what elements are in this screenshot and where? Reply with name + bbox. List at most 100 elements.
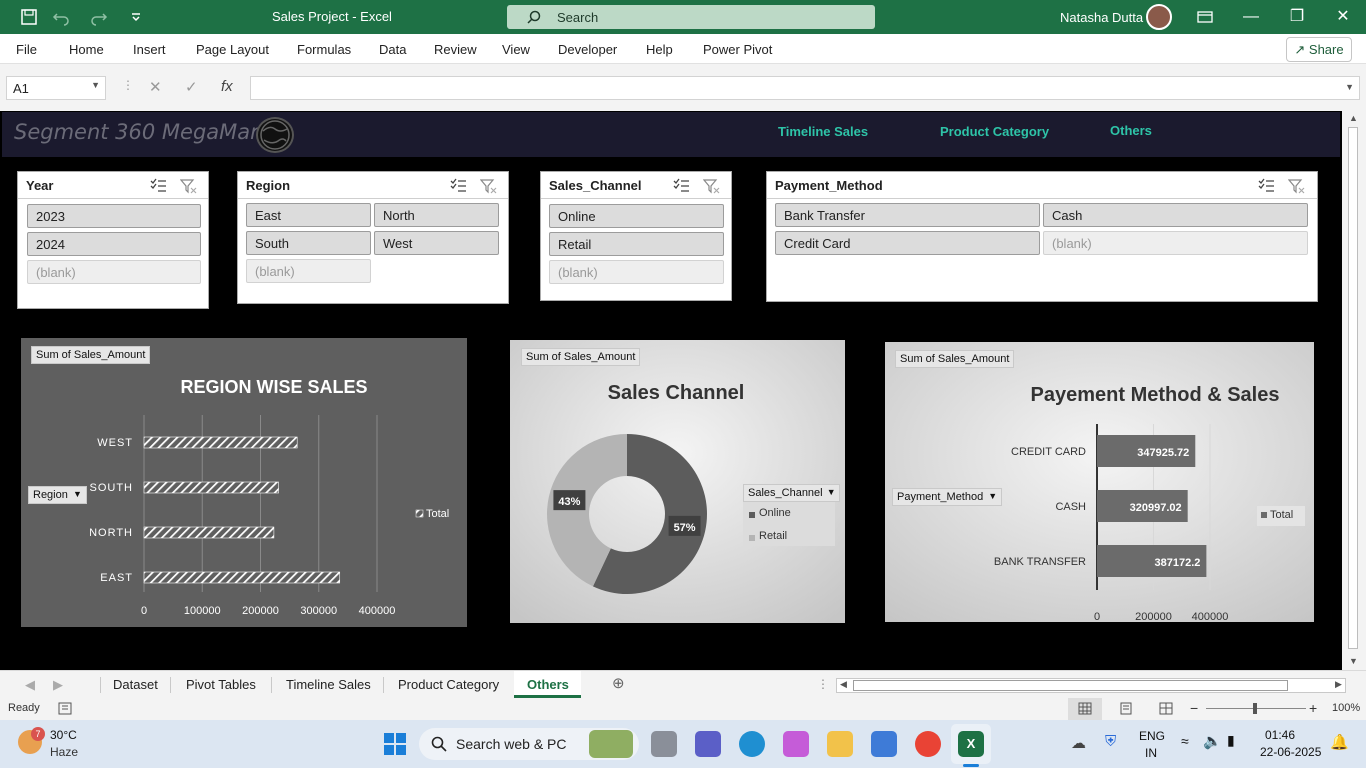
tab-file[interactable]: File xyxy=(16,42,37,57)
minimize-button[interactable]: — xyxy=(1240,6,1262,28)
slicer-item[interactable]: South xyxy=(246,231,371,255)
undo-icon[interactable] xyxy=(52,8,70,26)
normal-view-icon[interactable] xyxy=(1078,702,1092,715)
slicer-item-blank[interactable]: (blank) xyxy=(1043,231,1308,255)
slicer-item[interactable]: Online xyxy=(549,204,724,228)
insert-function-button[interactable]: fx xyxy=(221,78,233,95)
avatar[interactable] xyxy=(1146,4,1172,30)
field-button[interactable]: Sum of Sales_Amount xyxy=(521,348,641,366)
sheet-tab-pivot-tables[interactable]: Pivot Tables xyxy=(186,677,256,692)
page-break-icon[interactable] xyxy=(1159,702,1173,715)
tab-data[interactable]: Data xyxy=(379,42,406,57)
language-region[interactable]: IN xyxy=(1145,746,1157,760)
chrome-icon[interactable] xyxy=(915,731,941,757)
multi-select-icon[interactable] xyxy=(672,178,690,194)
clear-filter-icon[interactable] xyxy=(480,178,498,194)
tab-power-pivot[interactable]: Power Pivot xyxy=(703,42,772,57)
redo-icon[interactable] xyxy=(90,8,108,26)
sheet-tab-product-category[interactable]: Product Category xyxy=(398,677,499,692)
sheet-tab-dataset[interactable]: Dataset xyxy=(113,677,158,692)
slicer-item[interactable]: Cash xyxy=(1043,203,1308,227)
tab-view[interactable]: View xyxy=(502,42,530,57)
slicer-item[interactable]: 2023 xyxy=(27,204,201,228)
payment-method-chart[interactable]: Payement Method & Sales 0 200000 400000 347… xyxy=(885,342,1314,623)
windows-start-icon[interactable] xyxy=(383,732,407,756)
scroll-tabs-right-icon[interactable]: ▶ xyxy=(53,677,63,693)
volume-icon[interactable]: 🔈 xyxy=(1203,732,1222,750)
onedrive-icon[interactable]: ☁ xyxy=(1071,734,1086,752)
zoom-in-button[interactable]: + xyxy=(1309,700,1317,716)
zoom-slider-thumb[interactable] xyxy=(1253,703,1257,714)
slicer-region[interactable]: Region East North South West (blank) xyxy=(237,171,509,304)
region-chart[interactable]: REGION WISE SALES 0 100000 200000 300000 400… xyxy=(21,338,467,627)
clear-filter-icon[interactable] xyxy=(703,178,721,194)
slicer-sales-channel[interactable]: Sales_Channel Online Retail (blank) xyxy=(540,171,732,301)
file-explorer-icon[interactable] xyxy=(827,731,853,757)
clock-time[interactable]: 01:46 xyxy=(1265,728,1295,742)
excel-icon[interactable]: X xyxy=(958,731,984,757)
notification-bell-icon[interactable]: 🔔 xyxy=(1330,733,1349,751)
sales-channel-chart[interactable]: Sales Channel 57% 43% Sum of Sales_Amount… xyxy=(510,340,845,623)
chevron-down-icon[interactable]: ▼ xyxy=(91,80,100,90)
close-button[interactable]: ✕ xyxy=(1332,6,1354,28)
task-view-icon[interactable] xyxy=(651,731,677,757)
scrollbar-thumb[interactable] xyxy=(1348,127,1358,649)
customize-toolbar-icon[interactable] xyxy=(127,8,145,26)
slicer-year[interactable]: Year 2023 2024 (blank) xyxy=(17,171,209,309)
taskbar-search[interactable]: Search web & PC xyxy=(419,728,639,760)
security-icon[interactable]: ⛨ xyxy=(1105,733,1116,750)
field-button[interactable]: Sum of Sales_Amount xyxy=(31,346,151,364)
axis-field-button[interactable]: Payment_Method ▼ xyxy=(892,488,1003,506)
tab-help[interactable]: Help xyxy=(646,42,673,57)
store-icon[interactable] xyxy=(871,731,897,757)
formula-input[interactable]: ▼ xyxy=(250,76,1360,100)
slicer-item-blank[interactable]: (blank) xyxy=(549,260,724,284)
multi-select-icon[interactable] xyxy=(149,178,167,194)
field-button[interactable]: Sum of Sales_Amount xyxy=(895,350,1015,368)
axis-field-button[interactable]: Region ▼ xyxy=(28,486,87,504)
tab-insert[interactable]: Insert xyxy=(133,42,166,57)
slicer-item[interactable]: 2024 xyxy=(27,232,201,256)
slicer-item[interactable]: Credit Card xyxy=(775,231,1040,255)
nav-product-category[interactable]: Product Category xyxy=(940,124,1049,139)
zoom-out-button[interactable]: − xyxy=(1190,700,1198,716)
tab-formulas[interactable]: Formulas xyxy=(297,42,351,57)
tab-review[interactable]: Review xyxy=(434,42,477,57)
nav-timeline-sales[interactable]: Timeline Sales xyxy=(778,124,868,139)
slicer-item[interactable]: Bank Transfer xyxy=(775,203,1040,227)
nav-others[interactable]: Others xyxy=(1110,123,1152,138)
copilot-icon[interactable] xyxy=(783,731,809,757)
tab-home[interactable]: Home xyxy=(69,42,104,57)
add-sheet-button[interactable]: ⊕ xyxy=(612,674,625,692)
multi-select-icon[interactable] xyxy=(1257,178,1275,194)
autosave-icon[interactable] xyxy=(20,8,38,26)
slicer-item[interactable]: East xyxy=(246,203,371,227)
edge-icon[interactable] xyxy=(739,731,765,757)
share-button[interactable]: ↗ Share xyxy=(1286,37,1352,62)
horizontal-scrollbar[interactable]: ◀ ▶ xyxy=(836,678,1346,693)
clear-filter-icon[interactable] xyxy=(1288,178,1306,194)
sheet-tab-timeline-sales[interactable]: Timeline Sales xyxy=(286,677,371,692)
page-layout-icon[interactable] xyxy=(1119,702,1133,715)
slicer-item[interactable]: North xyxy=(374,203,499,227)
search-box[interactable]: Search xyxy=(507,5,875,29)
scroll-up-icon[interactable]: ▲ xyxy=(1349,113,1358,123)
wifi-icon[interactable]: ≈ xyxy=(1181,733,1189,749)
user-name[interactable]: Natasha Dutta xyxy=(1060,10,1143,25)
slicer-item[interactable]: West xyxy=(374,231,499,255)
slicer-item[interactable]: Retail xyxy=(549,232,724,256)
restore-button[interactable]: ❐ xyxy=(1286,6,1308,28)
vertical-scrollbar[interactable]: ▲ ▼ xyxy=(1342,111,1366,670)
slicer-item-blank[interactable]: (blank) xyxy=(27,260,201,284)
expand-formula-icon[interactable]: ▼ xyxy=(1345,82,1354,92)
clear-filter-icon[interactable] xyxy=(180,178,198,194)
sheet-tab-others[interactable]: Others xyxy=(527,677,569,692)
scrollbar-thumb[interactable] xyxy=(853,680,1288,691)
scroll-down-icon[interactable]: ▼ xyxy=(1349,656,1358,666)
scroll-tabs-left-icon[interactable]: ◀ xyxy=(25,677,35,693)
legend-field-button[interactable]: Sales_Channel ▼ xyxy=(743,484,840,502)
enter-icon[interactable]: ✓ xyxy=(185,78,198,96)
tab-page-layout[interactable]: Page Layout xyxy=(196,42,269,57)
language-indicator[interactable]: ENG xyxy=(1139,729,1165,743)
ribbon-display-icon[interactable] xyxy=(1196,8,1214,26)
